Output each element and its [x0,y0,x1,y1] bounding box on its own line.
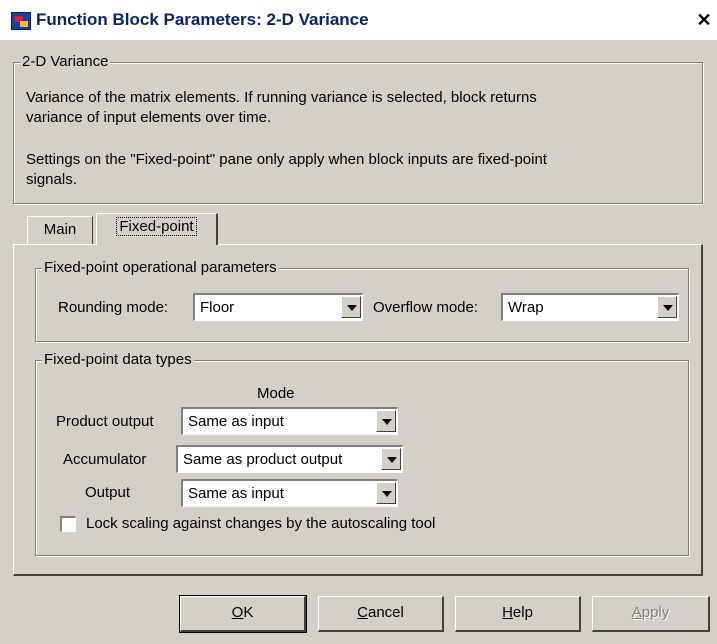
simulink-block-icon [11,12,31,30]
block-description-title: 2-D Variance [20,53,111,71]
chevron-down-icon[interactable] [381,448,401,470]
description-line-1: Variance of the matrix elements. If runn… [26,89,537,106]
lock-scaling-checkbox[interactable] [60,516,76,532]
chevron-down-icon[interactable] [341,296,361,318]
product-output-mode-value: Same as input [188,413,284,430]
description-line-4: signals. [26,171,77,188]
help-button[interactable]: Help [455,596,581,632]
output-mode-select[interactable]: Same as input [181,479,398,507]
ok-button[interactable]: OK [179,595,307,633]
apply-hotkey: A [631,604,642,621]
product-output-label: Product output [56,413,154,430]
cancel-hotkey: C [357,604,368,621]
chevron-down-icon[interactable] [657,296,677,318]
help-hotkey: H [502,604,513,621]
tab-fixed-point-label: Fixed-point [116,217,197,236]
overflow-mode-select[interactable]: Wrap [501,293,679,321]
apply-label-rest: pply [641,604,670,621]
output-label: Output [85,484,131,501]
apply-button[interactable]: Apply [592,596,710,632]
rounding-mode-label: Rounding mode: [58,299,169,316]
ok-label-rest: K [243,604,254,621]
tab-fixed-point[interactable]: Fixed-point [96,213,218,245]
chevron-down-icon[interactable] [376,482,396,504]
accumulator-mode-select[interactable]: Same as product output [176,445,403,473]
tab-main-label: Main [43,221,77,238]
overflow-mode-value: Wrap [508,299,544,316]
mode-column-header: Mode [257,385,295,402]
description-line-2: variance of input elements over time. [26,109,272,126]
rounding-mode-select[interactable]: Floor [193,293,363,321]
ok-hotkey: O [231,604,244,621]
overflow-mode-label: Overflow mode: [373,299,479,316]
description-line-3: Settings on the "Fixed-point" pane only … [26,151,547,168]
accumulator-mode-value: Same as product output [183,451,343,468]
cancel-label-rest: ancel [367,604,404,621]
close-button[interactable]: ✕ [694,10,714,30]
output-mode-value: Same as input [188,485,284,502]
rounding-mode-value: Floor [200,299,235,316]
dialog-window: Function Block Parameters: 2-D Variance … [0,0,717,644]
accumulator-label: Accumulator [63,451,147,468]
product-output-mode-select[interactable]: Same as input [181,407,398,435]
operational-params-title: Fixed-point operational parameters [42,259,279,277]
data-types-title: Fixed-point data types [42,351,194,369]
title-bar[interactable]: Function Block Parameters: 2-D Variance … [0,0,717,40]
block-description-group: 2-D Variance [13,53,703,204]
tab-main[interactable]: Main [27,216,93,244]
cancel-button[interactable]: Cancel [318,596,444,632]
chevron-down-icon[interactable] [376,410,396,432]
lock-scaling-label[interactable]: Lock scaling against changes by the auto… [86,514,435,534]
help-label-rest: elp [512,604,533,621]
window-title: Function Block Parameters: 2-D Variance [36,10,369,29]
